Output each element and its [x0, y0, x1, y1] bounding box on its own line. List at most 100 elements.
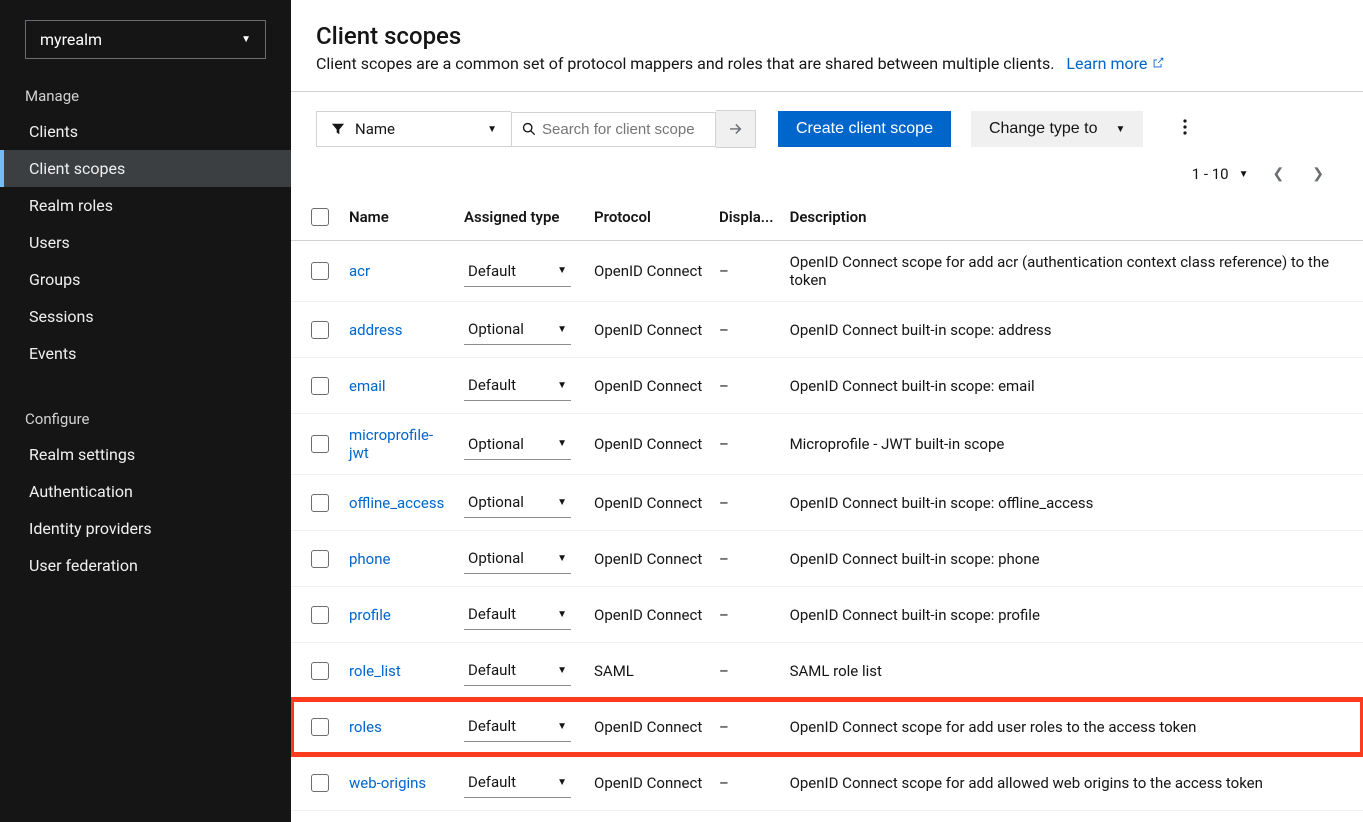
caret-down-icon: ▼: [557, 380, 567, 391]
display-cell: –: [711, 755, 782, 811]
description-cell: OpenID Connect built-in scope: email: [782, 358, 1363, 414]
assigned-type-select[interactable]: Optional▼: [464, 487, 571, 518]
search-submit-button[interactable]: [716, 110, 756, 148]
col-header-name: Name: [341, 194, 456, 241]
realm-name: myrealm: [40, 30, 102, 49]
display-cell: –: [711, 241, 782, 302]
description-cell: OpenID Connect built-in scope: address: [782, 302, 1363, 358]
assigned-type-select[interactable]: Optional▼: [464, 543, 571, 574]
table-row: profileDefault▼OpenID Connect–OpenID Con…: [291, 587, 1363, 643]
display-cell: –: [711, 643, 782, 699]
search-icon: [522, 122, 536, 136]
display-cell: –: [711, 414, 782, 475]
nav-item[interactable]: Identity providers: [0, 510, 291, 547]
page-title: Client scopes: [316, 22, 1338, 50]
external-link-icon: [1151, 56, 1165, 70]
table-row: offline_accessOptional▼OpenID Connect–Op…: [291, 475, 1363, 531]
scope-name-link[interactable]: profile: [349, 606, 391, 624]
page-header: Client scopes Client scopes are a common…: [291, 0, 1363, 92]
nav-item[interactable]: Realm roles: [0, 187, 291, 224]
assigned-type-select[interactable]: Optional▼: [464, 429, 571, 460]
caret-down-icon: ▼: [557, 265, 567, 276]
create-client-scope-button[interactable]: Create client scope: [778, 111, 951, 147]
scope-name-link[interactable]: offline_access: [349, 494, 444, 512]
nav-item[interactable]: Authentication: [0, 473, 291, 510]
col-header-type: Assigned type: [456, 194, 586, 241]
protocol-cell: OpenID Connect: [586, 587, 711, 643]
nav-item[interactable]: Events: [0, 335, 291, 372]
nav-item[interactable]: Users: [0, 224, 291, 261]
row-checkbox[interactable]: [311, 718, 329, 736]
scope-name-link[interactable]: email: [349, 377, 386, 395]
nav-item[interactable]: User federation: [0, 547, 291, 584]
caret-down-icon: ▼: [1239, 169, 1249, 180]
assigned-type-select[interactable]: Default▼: [464, 370, 571, 401]
nav-item[interactable]: Sessions: [0, 298, 291, 335]
row-checkbox[interactable]: [311, 377, 329, 395]
row-checkbox[interactable]: [311, 321, 329, 339]
caret-down-icon: ▼: [557, 324, 567, 335]
protocol-cell: OpenID Connect: [586, 699, 711, 755]
scope-name-link[interactable]: address: [349, 321, 402, 339]
scope-name-link[interactable]: phone: [349, 550, 390, 568]
scope-name-link[interactable]: role_list: [349, 662, 401, 680]
assigned-type-select[interactable]: Default▼: [464, 655, 571, 686]
row-checkbox[interactable]: [311, 606, 329, 624]
realm-selector[interactable]: myrealm ▼: [25, 20, 266, 59]
main-content: Client scopes Client scopes are a common…: [291, 0, 1363, 822]
pagination-range[interactable]: 1 - 10 ▼: [1192, 165, 1249, 183]
scope-name-link[interactable]: microprofile-jwt: [349, 426, 433, 462]
row-checkbox[interactable]: [311, 550, 329, 568]
display-cell: –: [711, 475, 782, 531]
assigned-type-select[interactable]: Default▼: [464, 599, 571, 630]
section-configure-label: Configure: [0, 402, 291, 436]
scope-name-link[interactable]: web-origins: [349, 774, 426, 792]
arrow-right-icon: [728, 121, 744, 137]
scope-name-link[interactable]: acr: [349, 262, 370, 280]
pagination: 1 - 10 ▼ ❮ ❯: [291, 158, 1363, 194]
caret-down-icon: ▼: [557, 438, 567, 449]
protocol-cell: OpenID Connect: [586, 475, 711, 531]
nav-item[interactable]: Client scopes: [0, 150, 291, 187]
row-checkbox[interactable]: [311, 662, 329, 680]
row-checkbox[interactable]: [311, 774, 329, 792]
nav-item[interactable]: Groups: [0, 261, 291, 298]
caret-down-icon: ▼: [557, 609, 567, 620]
nav-item[interactable]: Realm settings: [0, 436, 291, 473]
description-cell: OpenID Connect built-in scope: profile: [782, 587, 1363, 643]
kebab-menu-button[interactable]: [1175, 111, 1195, 147]
search-input[interactable]: [536, 113, 715, 146]
display-cell: –: [711, 302, 782, 358]
change-type-button[interactable]: Change type to ▼: [971, 111, 1143, 147]
caret-down-icon: ▼: [557, 777, 567, 788]
client-scopes-table: Name Assigned type Protocol Displa... De…: [291, 194, 1363, 811]
protocol-cell: OpenID Connect: [586, 755, 711, 811]
nav-item[interactable]: Clients: [0, 113, 291, 150]
assigned-type-select[interactable]: Default▼: [464, 767, 571, 798]
row-checkbox[interactable]: [311, 435, 329, 453]
table-row: acrDefault▼OpenID Connect–OpenID Connect…: [291, 241, 1363, 302]
table-row: microprofile-jwt Optional▼ OpenID Connect–…: [291, 414, 1363, 475]
protocol-cell: SAML: [586, 643, 711, 699]
select-all-checkbox[interactable]: [311, 208, 329, 226]
next-page-button[interactable]: ❯: [1308, 162, 1328, 186]
row-checkbox[interactable]: [311, 494, 329, 512]
caret-down-icon: ▼: [241, 34, 251, 45]
filter-category-select[interactable]: Name ▼: [316, 111, 511, 147]
protocol-cell: OpenID Connect: [586, 241, 711, 302]
kebab-icon: [1183, 119, 1187, 135]
table-row: web-originsDefault▼OpenID Connect–OpenID…: [291, 755, 1363, 811]
assigned-type-select[interactable]: Default▼: [464, 711, 571, 742]
row-checkbox[interactable]: [311, 262, 329, 280]
description-cell: OpenID Connect scope for add user roles …: [782, 699, 1363, 755]
description-cell: OpenID Connect built-in scope: phone: [782, 531, 1363, 587]
learn-more-link[interactable]: Learn more: [1066, 54, 1165, 73]
protocol-cell: OpenID Connect: [586, 302, 711, 358]
assigned-type-select[interactable]: Optional▼: [464, 314, 571, 345]
display-cell: –: [711, 531, 782, 587]
assigned-type-select[interactable]: Default▼: [464, 256, 571, 287]
prev-page-button[interactable]: ❮: [1269, 162, 1289, 186]
scope-name-link[interactable]: roles: [349, 718, 382, 736]
protocol-cell: OpenID Connect: [586, 414, 711, 475]
page-description: Client scopes are a common set of protoc…: [316, 54, 1338, 73]
